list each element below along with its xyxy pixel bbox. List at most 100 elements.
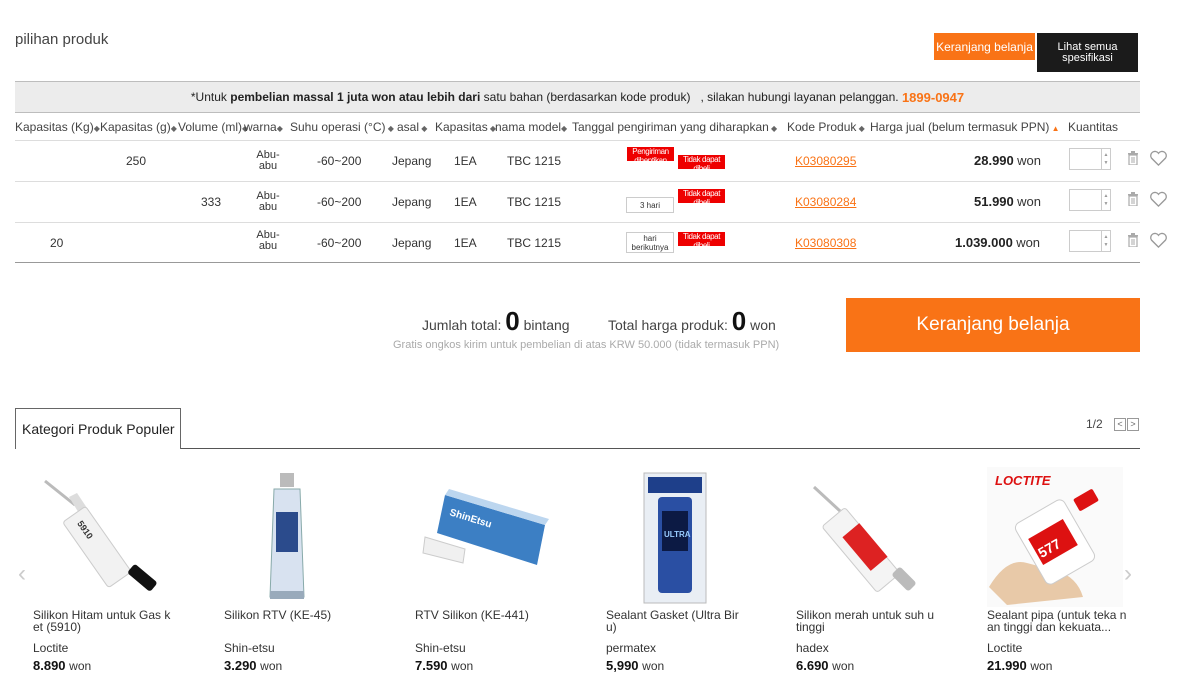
price-total-value: 0	[731, 306, 747, 336]
quantity-stepper[interactable]: ▲ ▼	[1069, 230, 1111, 252]
view-all-specs-button[interactable]: Lihat semua spesifikasi	[1037, 33, 1138, 72]
col-model[interactable]: nama model◆	[495, 120, 567, 134]
product-name[interactable]: Silikon merah untuk suh u tinggi	[796, 609, 936, 633]
col-kg[interactable]: Kapasitas (Kg)◆	[15, 120, 100, 134]
ship-b: Tidak dapat	[682, 155, 721, 164]
product-card[interactable]: ShinEtsu RTV Silikon (KE-441) Shin-etsu …	[415, 467, 565, 682]
price-label: Total harga produk:	[608, 317, 728, 333]
price-currency: won	[832, 659, 855, 673]
col-origin[interactable]: asal ◆	[397, 120, 427, 134]
trash-icon[interactable]	[1127, 233, 1139, 247]
product-card[interactable]: ULTRA Sealant Gasket (Ultra Bir u) perma…	[606, 467, 756, 682]
ship-b2: dibeli	[693, 164, 710, 169]
sort-icon: ◆	[93, 124, 100, 133]
price-value: 3.290	[224, 658, 257, 673]
col-qty: Kuantitas	[1068, 120, 1118, 134]
col-temp[interactable]: Suhu operasi (°C) ◆	[290, 120, 394, 134]
price-unit: won	[750, 317, 776, 333]
chevron-left-icon[interactable]: <	[1114, 418, 1126, 431]
free-shipping-note: Gratis ongkos kirim untuk pembelian di a…	[393, 339, 780, 351]
product-name[interactable]: Sealant Gasket (Ultra Bir u)	[606, 609, 746, 633]
trash-icon[interactable]	[1127, 192, 1139, 206]
cell-color: Abu-abu	[253, 230, 283, 252]
product-code-link[interactable]: K03080308	[795, 236, 856, 250]
price-value: 8.890	[33, 658, 66, 673]
product-code-link[interactable]: K03080284	[795, 195, 856, 209]
product-brand: permatex	[606, 641, 657, 655]
heart-icon[interactable]	[1149, 150, 1168, 167]
product-price: 8.890 won	[33, 658, 91, 673]
heart-icon[interactable]	[1149, 232, 1168, 249]
carousel-prev-icon[interactable]: ‹	[18, 560, 26, 588]
col-qty-label: Kuantitas	[1068, 120, 1119, 134]
tube-blue-box-icon: ShinEtsu	[422, 489, 549, 565]
notice-bold: pembelian massal 1 juta won atau lebih d…	[230, 90, 481, 104]
col-capacity-label: Kapasitas	[435, 120, 488, 134]
product-card[interactable]: LOCTITE 577 Sealant pipa (untuk teka nan…	[987, 467, 1137, 682]
cell-model: TBC 1215	[507, 236, 562, 250]
product-brand: Shin-etsu	[224, 641, 275, 655]
price-value: 21.990	[987, 658, 1027, 673]
stepper-arrows[interactable]: ▲ ▼	[1101, 149, 1110, 169]
product-card[interactable]: Silikon RTV (KE-45) Shin-etsu 3.290 won	[224, 467, 374, 682]
trash-icon[interactable]	[1127, 151, 1139, 165]
phone-number[interactable]: 1899-0947	[902, 90, 964, 105]
col-origin-label: asal	[397, 120, 420, 134]
col-ml[interactable]: Volume (ml)◆	[178, 120, 248, 134]
cell-model: TBC 1215	[507, 195, 562, 209]
tab-popular-categories[interactable]: Kategori Produk Populer	[15, 408, 181, 449]
stepper-arrows[interactable]: ▲ ▼	[1101, 231, 1110, 251]
chevron-right-icon[interactable]: >	[1127, 418, 1139, 431]
cell-price: 51.990 won	[974, 194, 1041, 209]
sort-asc-icon: ▲	[1049, 124, 1060, 133]
product-code-link[interactable]: K03080295	[795, 154, 856, 168]
product-price: 3.290 won	[224, 658, 282, 673]
product-name[interactable]: Silikon RTV (KE-45)	[224, 609, 364, 621]
product-brand: Loctite	[987, 641, 1023, 655]
product-card[interactable]: 5910 Silikon Hitam untuk Gas ket (5910) …	[33, 467, 183, 682]
divider	[15, 448, 1140, 449]
ship-a2: berikutnya	[631, 243, 669, 252]
price-value: 7.590	[415, 658, 448, 673]
ship-a2: dihentikan	[634, 156, 667, 161]
col-code-label: Kode Produk	[787, 120, 857, 134]
col-shipping-label: Tanggal pengiriman yang diharapkan	[572, 120, 769, 134]
price-value: 28.990	[974, 153, 1014, 168]
product-name[interactable]: Silikon Hitam untuk Gas ket (5910)	[33, 609, 173, 633]
cell-temp: -60~200	[317, 154, 362, 168]
product-price: 5,990 won	[606, 658, 664, 673]
shipping-days-badge: hari berikutnya	[626, 232, 674, 253]
cell-capacity: 1EA	[454, 236, 477, 250]
col-g[interactable]: Kapasitas (g)◆	[100, 120, 177, 134]
heart-icon[interactable]	[1149, 191, 1168, 208]
col-shipping[interactable]: Tanggal pengiriman yang diharapkan ◆	[572, 120, 777, 134]
color-line2: abu	[258, 240, 278, 252]
quantity-stepper[interactable]: ▲ ▼	[1069, 148, 1111, 170]
stepper-arrows[interactable]: ▲ ▼	[1101, 190, 1110, 210]
cell-kg: 20	[50, 236, 64, 250]
col-color[interactable]: warna◆	[244, 120, 283, 134]
product-name[interactable]: RTV Silikon (KE-441)	[415, 609, 555, 621]
price-currency: won	[260, 659, 283, 673]
col-g-label: Kapasitas (g)	[100, 120, 171, 134]
table-row: 333 Abu-abu -60~200 Jepang 1EA TBC 1215 …	[15, 181, 1167, 222]
product-price: 21.990 won	[987, 658, 1052, 673]
svg-text:ULTRA: ULTRA	[664, 530, 691, 539]
col-code[interactable]: Kode Produk ◆	[787, 120, 865, 134]
table-row: 250 Abu-abu -60~200 Jepang 1EA TBC 1215 …	[15, 140, 1167, 181]
product-name[interactable]: Sealant pipa (untuk teka nan tinggi dan …	[987, 609, 1127, 633]
product-price: 7.590 won	[415, 658, 473, 673]
quantity-stepper[interactable]: ▲ ▼	[1069, 189, 1111, 211]
spec-label-2: spesifikasi	[1062, 51, 1113, 64]
product-card[interactable]: Silikon merah untuk suh u tinggi hadex 6…	[796, 467, 946, 682]
cell-price: 28.990 won	[974, 153, 1041, 168]
cell-temp: -60~200	[317, 195, 362, 209]
cart-button-top[interactable]: Keranjang belanja	[934, 33, 1035, 60]
col-kg-label: Kapasitas (Kg)	[15, 120, 94, 134]
cart-button-main[interactable]: Keranjang belanja	[846, 298, 1140, 352]
shipping-days-badge: 3 hari	[626, 197, 674, 213]
total-quantity: Jumlah total: 0 bintang	[422, 306, 570, 337]
unavailable-badge: Tidak dapat dibeli	[678, 155, 725, 169]
col-price[interactable]: Harga jual (belum termasuk PPN) ▲	[870, 120, 1060, 134]
col-capacity[interactable]: Kapasitas ◆	[435, 120, 496, 134]
